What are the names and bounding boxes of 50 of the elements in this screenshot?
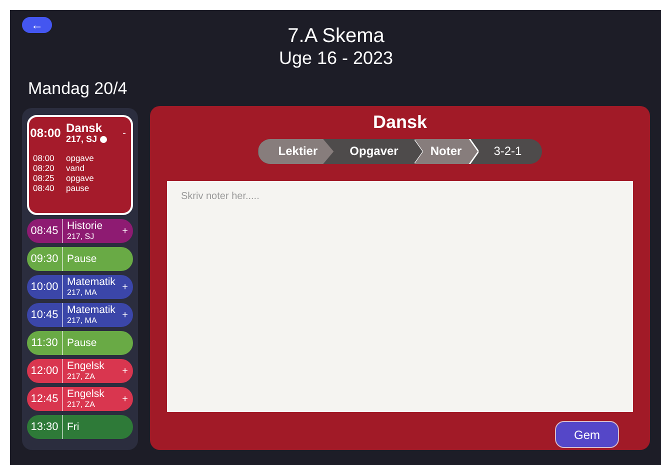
day-label: Mandag 20/4 <box>27 79 128 100</box>
note-time: 08:20 <box>33 163 56 173</box>
step-tab[interactable]: Noter <box>414 139 478 164</box>
lesson-time: 12:00 <box>27 359 63 383</box>
lesson-time: 13:30 <box>27 415 63 439</box>
lesson-subject: Historie <box>67 220 103 232</box>
lesson-room: 217, SJ <box>67 232 94 242</box>
toggle-icon[interactable]: + <box>122 226 133 236</box>
lesson-subject: Engelsk <box>67 360 104 372</box>
toggle-icon[interactable]: - <box>122 128 131 138</box>
toggle-icon[interactable]: + <box>122 282 133 292</box>
lesson-subject: Matematik <box>67 304 116 316</box>
note-text: opgave <box>66 153 94 163</box>
step-tab[interactable]: Opgaver <box>334 139 414 164</box>
lesson-subject: Pause <box>67 253 97 265</box>
lesson-subject: Pause <box>67 337 97 349</box>
note-time: 08:40 <box>33 183 56 193</box>
lesson-subject: Dansk <box>66 122 102 134</box>
notes-field[interactable]: Skriv noter her..... <box>167 181 633 412</box>
lesson-room: 217, ZA <box>67 400 96 410</box>
subject-title: Dansk <box>372 111 428 133</box>
lesson-time: 08:45 <box>27 219 63 243</box>
lesson-time: 08:00 <box>29 125 62 142</box>
toggle-icon[interactable]: + <box>122 310 133 320</box>
lesson-time: 09:30 <box>27 247 63 271</box>
note-text: opgave <box>66 173 94 183</box>
page-title: 7.A Skema <box>288 25 384 47</box>
step-tab[interactable]: 3-2-1 <box>478 139 542 164</box>
note-time: 08:00 <box>33 153 56 163</box>
toggle-icon[interactable]: + <box>122 366 133 376</box>
lesson-time: 11:30 <box>27 331 63 355</box>
note-time: 08:25 <box>33 173 56 183</box>
lesson-room: 217, SJ <box>66 134 98 144</box>
lesson-room: 217, MA <box>67 316 97 326</box>
toggle-icon[interactable]: + <box>122 394 133 404</box>
lesson-subject: Engelsk <box>67 388 104 400</box>
note-text: pause <box>66 183 90 193</box>
note-text: vand <box>66 163 84 173</box>
week-label: Uge 16 - 2023 <box>278 47 394 69</box>
lesson-subject: Fri <box>67 421 80 433</box>
lesson-room: 217, ZA <box>67 372 96 382</box>
lesson-time: 12:45 <box>27 387 63 411</box>
schedule-item[interactable]: 13:30 Fri <box>27 415 133 439</box>
lesson-time: 10:45 <box>27 303 63 327</box>
lesson-room: 217, MA <box>67 288 97 298</box>
save-button[interactable]: Gem <box>555 421 619 448</box>
lesson-time: 10:00 <box>27 275 63 299</box>
step-tab[interactable]: Lektier <box>258 139 334 164</box>
back-button[interactable]: ← <box>22 17 52 33</box>
lesson-subject: Matematik <box>67 276 116 288</box>
